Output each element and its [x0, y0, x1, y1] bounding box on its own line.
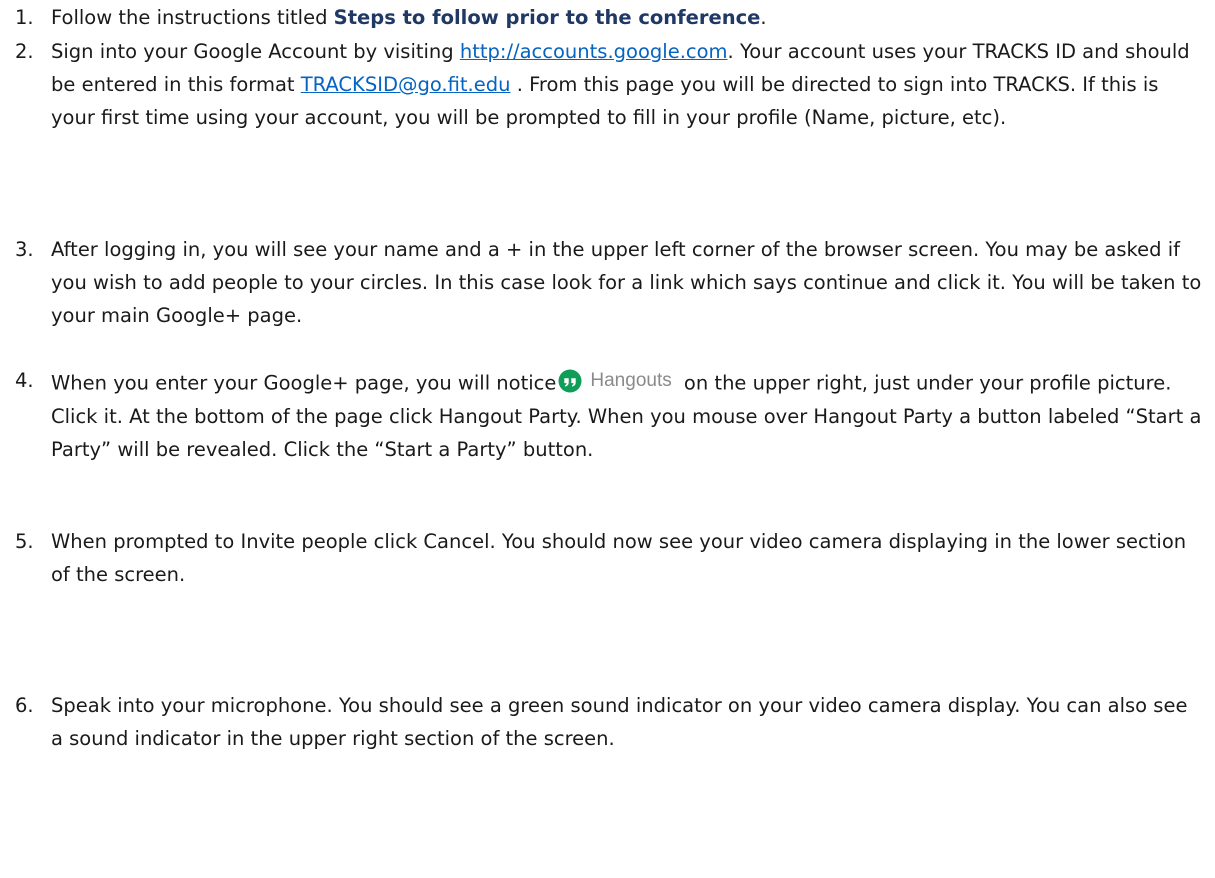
hangouts-label: Hangouts: [590, 370, 672, 391]
step-5: 5. When prompted to Invite people click …: [15, 525, 1205, 591]
accounts-google-link[interactable]: http://accounts.google.com: [460, 40, 728, 63]
hangouts-button-image: Hangouts: [558, 364, 672, 397]
step-text: When prompted to Invite people click Can…: [51, 530, 1187, 586]
step-text: After logging in, you will see your name…: [51, 238, 1202, 327]
step-1: 1. Follow the instructions titled Steps …: [15, 1, 1205, 34]
step-6: 6. Speak into your microphone. You shoul…: [15, 689, 1205, 755]
step-number: 6.: [15, 694, 34, 717]
step-3: 3. After logging in, you will see your n…: [15, 233, 1205, 332]
step-number: 5.: [15, 530, 34, 553]
step-2: 2. Sign into your Google Account by visi…: [15, 35, 1205, 134]
step-number: 2.: [15, 40, 34, 63]
step-text: Follow the instructions titled Steps to …: [51, 6, 767, 29]
step-text: Speak into your microphone. You should s…: [51, 694, 1188, 750]
hangouts-icon: [558, 369, 582, 392]
referenced-instructions-title: Steps to follow prior to the conference: [333, 6, 761, 29]
step-number: 1.: [15, 6, 34, 29]
instructions-document: 1. Follow the instructions titled Steps …: [0, 0, 1215, 878]
step-text: Sign into your Google Account by visitin…: [51, 40, 1190, 129]
step-4: 4. When you enter your Google+ page, you…: [15, 364, 1205, 466]
tracksid-email-link[interactable]: TRACKSID@go.fit.edu: [301, 73, 511, 96]
step-number: 4.: [15, 369, 34, 392]
step-text: When you enter your Google+ page, you wi…: [51, 364, 1205, 466]
step-number: 3.: [15, 238, 34, 261]
